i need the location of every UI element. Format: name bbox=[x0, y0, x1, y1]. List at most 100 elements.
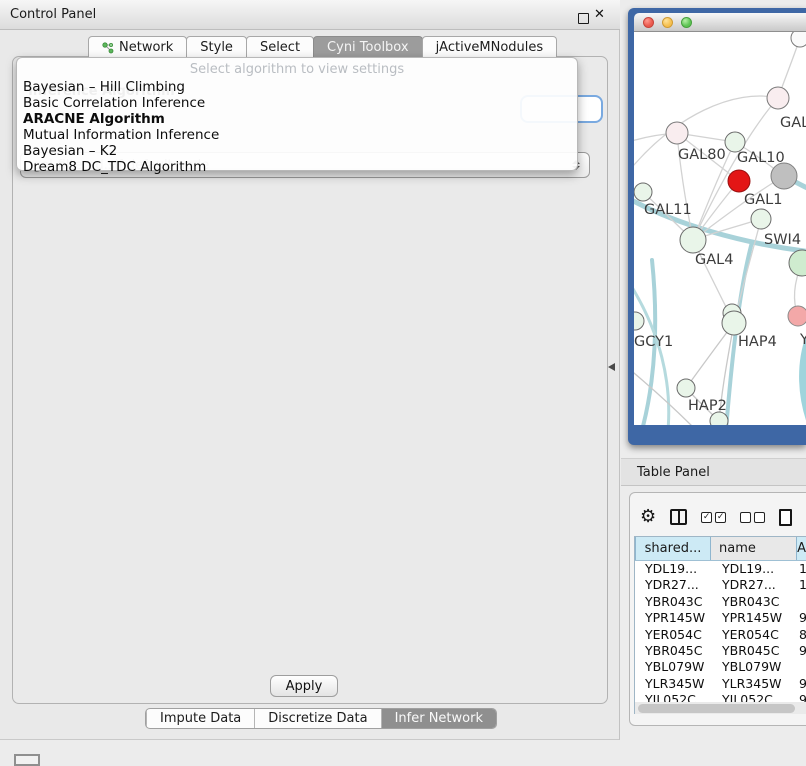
tab[interactable]: Network bbox=[88, 36, 187, 57]
split-columns-icon[interactable] bbox=[670, 509, 687, 525]
table-row[interactable]: YBR045C YBR045C 9. bbox=[635, 643, 806, 659]
select-all-columns-icon[interactable]: ✓ ✓ bbox=[701, 512, 726, 523]
panel-corner-button[interactable] bbox=[14, 754, 40, 766]
network-node-right-green[interactable] bbox=[789, 250, 806, 276]
node-table: shared... name A YDL19... YDL19... 13 YD… bbox=[634, 536, 806, 714]
node-label: GAL10 bbox=[737, 150, 785, 166]
bottom-tab[interactable]: Infer Network bbox=[381, 709, 496, 728]
table-panel-titlebar: Table Panel bbox=[621, 458, 806, 486]
cell-value: 12 bbox=[791, 577, 806, 593]
network-node-gal10[interactable] bbox=[725, 132, 745, 152]
node-label: HAP2 bbox=[688, 398, 727, 414]
tab-label: Select bbox=[260, 40, 300, 55]
table-body: YDL19... YDL19... 13 YDR27... YDR27... 1… bbox=[635, 561, 806, 709]
network-window-titlebar[interactable] bbox=[634, 13, 806, 32]
tab-label: jActiveMNodules bbox=[436, 40, 544, 55]
network-node-hap2[interactable] bbox=[677, 379, 695, 397]
table-hscrollbar-thumb[interactable] bbox=[638, 704, 795, 713]
table-row[interactable]: YBL079W YBL079W bbox=[635, 659, 806, 675]
table-row[interactable]: YDL19... YDL19... 13 bbox=[635, 561, 806, 577]
table-column-header[interactable]: A bbox=[796, 537, 806, 560]
control-panel-titlebar: Control Panel bbox=[0, 0, 620, 30]
cell-shared-name: YBR045C bbox=[635, 643, 716, 659]
bottom-tab[interactable]: Impute Data bbox=[146, 709, 254, 728]
split-divider-arrow[interactable] bbox=[608, 363, 615, 371]
network-node-gal11[interactable] bbox=[634, 183, 652, 201]
network-node-partial-top[interactable] bbox=[791, 32, 806, 47]
network-node-gal-pink[interactable] bbox=[767, 87, 789, 109]
cell-value bbox=[791, 659, 806, 675]
tab-label: Style bbox=[200, 40, 233, 55]
network-node-gray-node[interactable] bbox=[771, 163, 797, 189]
tab-label: Cyni Toolbox bbox=[327, 40, 409, 55]
node-label: SWI4 bbox=[764, 232, 801, 248]
network-canvas[interactable]: GALGAL80GAL10GAL1GAL11SWI4GAL4GCY1HAP4YH… bbox=[634, 32, 806, 425]
cell-value bbox=[791, 594, 806, 610]
network-node-hap4[interactable] bbox=[722, 311, 746, 335]
bottom-tabs: Impute Data Discretize Data Infer Networ… bbox=[145, 708, 497, 729]
cell-name: YPR145W bbox=[716, 610, 791, 626]
table-column-header[interactable]: shared... bbox=[635, 537, 710, 560]
apply-button[interactable]: Apply bbox=[270, 675, 338, 697]
cell-name: YER054C bbox=[716, 627, 791, 643]
popup-placeholder: Select algorithm to view settings bbox=[17, 62, 577, 77]
node-label: GAL4 bbox=[695, 252, 733, 268]
node-label: Y bbox=[799, 332, 806, 348]
gear-icon[interactable]: ⚙ bbox=[640, 508, 656, 526]
table-toolbar: ⚙ ✓ ✓ bbox=[640, 504, 806, 530]
unchecked-box-icon bbox=[754, 512, 765, 523]
tab[interactable]: Select bbox=[246, 36, 314, 57]
network-node-gcy1[interactable] bbox=[634, 312, 644, 330]
table-row[interactable]: YLR345W YLR345W 9. bbox=[635, 676, 806, 692]
tab[interactable]: jActiveMNodules bbox=[422, 36, 558, 57]
table-panel-title: Table Panel bbox=[637, 465, 710, 480]
cell-value: 9. bbox=[791, 676, 806, 692]
unchecked-box-icon bbox=[740, 512, 751, 523]
tab[interactable]: Style bbox=[186, 36, 247, 57]
cell-shared-name: YBL079W bbox=[635, 659, 716, 675]
network-graph: GALGAL80GAL10GAL1GAL11SWI4GAL4GCY1HAP4YH… bbox=[634, 32, 806, 425]
document-icon[interactable] bbox=[779, 509, 792, 526]
close-traffic-light-icon[interactable] bbox=[643, 17, 654, 28]
cell-shared-name: YBR043C bbox=[635, 594, 716, 610]
algorithm-menu-item[interactable]: Dream8 DC_TDC Algorithm bbox=[23, 159, 571, 175]
network-node-red-node[interactable] bbox=[728, 170, 750, 192]
table-row[interactable]: YPR145W YPR145W 9. bbox=[635, 610, 806, 626]
node-label: HAP4 bbox=[738, 334, 777, 350]
network-node-pink-bottom[interactable] bbox=[788, 306, 806, 326]
cell-value: 9. bbox=[791, 610, 806, 626]
cell-shared-name: YDL19... bbox=[635, 561, 716, 577]
network-node-gal4[interactable] bbox=[680, 227, 706, 253]
minimize-traffic-light-icon[interactable] bbox=[662, 17, 673, 28]
cell-name: YDL19... bbox=[716, 561, 791, 577]
table-row[interactable]: YDR27... YDR27... 12 bbox=[635, 577, 806, 593]
algorithm-menu-item[interactable]: Basic Correlation Inference bbox=[23, 95, 571, 111]
close-icon[interactable]: ✕ bbox=[594, 7, 605, 22]
network-node-swi4-node[interactable] bbox=[751, 209, 771, 229]
cell-name: YLR345W bbox=[716, 676, 791, 692]
checked-box-icon: ✓ bbox=[701, 512, 712, 523]
cell-shared-name: YER054C bbox=[635, 627, 716, 643]
float-window-icon[interactable] bbox=[578, 13, 589, 24]
table-row[interactable]: YER054C YER054C 8. bbox=[635, 627, 806, 643]
algorithm-menu-item[interactable]: Mutual Information Inference bbox=[23, 127, 571, 143]
table-row[interactable]: YBR043C YBR043C bbox=[635, 594, 806, 610]
table-column-header[interactable]: name bbox=[710, 537, 796, 560]
network-edge[interactable] bbox=[634, 284, 669, 425]
zoom-traffic-light-icon[interactable] bbox=[681, 17, 692, 28]
algorithm-menu-item[interactable]: Bayesian – Hill Climbing bbox=[23, 79, 571, 95]
cell-name: YBR045C bbox=[716, 643, 791, 659]
bottom-tab[interactable]: Discretize Data bbox=[254, 709, 380, 728]
control-panel-tabs: Network Style Select Cyni Toolbo bbox=[88, 36, 556, 57]
deselect-all-columns-icon[interactable] bbox=[740, 512, 765, 523]
cell-value: 13 bbox=[791, 561, 806, 577]
tab[interactable]: Cyni Toolbox bbox=[313, 36, 423, 57]
algorithm-menu: Bayesian – Hill Climbing Basic Correlati… bbox=[23, 79, 571, 175]
network-node-gal80[interactable] bbox=[666, 122, 688, 144]
node-label: GAL80 bbox=[678, 147, 726, 163]
control-panel-window: Control Panel ✕ Network Style bbox=[0, 0, 620, 740]
algorithm-menu-item[interactable]: ARACNE Algorithm bbox=[23, 111, 571, 127]
algorithm-dropdown-popup: Select algorithm to view settings Bayesi… bbox=[16, 57, 578, 171]
tab-label: Network bbox=[119, 40, 173, 55]
algorithm-menu-item[interactable]: Bayesian – K2 bbox=[23, 143, 571, 159]
